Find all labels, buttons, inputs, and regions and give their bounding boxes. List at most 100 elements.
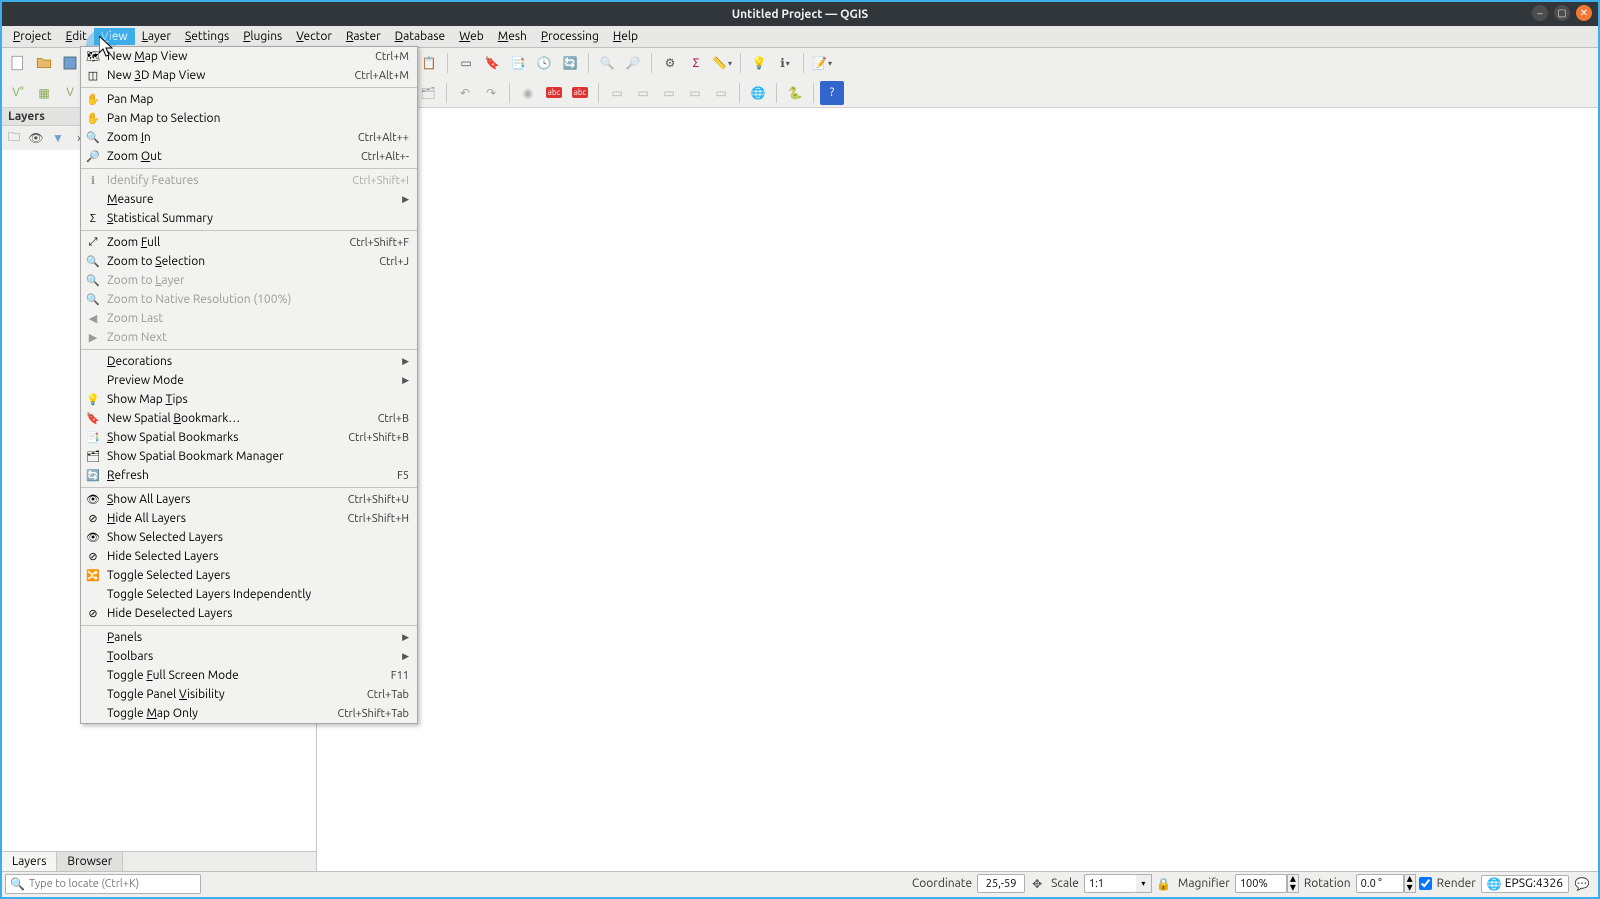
menu-settings[interactable]: Settings	[178, 28, 236, 45]
processing-toolbox-icon[interactable]: ⚙	[658, 51, 682, 75]
view-menu-pan-map-to-selection[interactable]: ✋Pan Map to Selection	[81, 109, 417, 128]
refresh-icon[interactable]: 🔄	[558, 51, 582, 75]
magnifier-spinner[interactable]: ▴▾	[1287, 874, 1299, 893]
view-menu-panels[interactable]: Panels▶	[81, 628, 417, 647]
add-mesh-icon[interactable]: V	[58, 81, 82, 105]
messages-icon[interactable]: 💬	[1572, 874, 1592, 894]
view-menu-show-map-tips[interactable]: 💡Show Map Tips	[81, 390, 417, 409]
filter-legend-icon[interactable]: ▼	[48, 128, 68, 148]
view-menu-toggle-panel-visibility[interactable]: Toggle Panel VisibilityCtrl+Tab	[81, 685, 417, 704]
new-project-icon[interactable]	[6, 51, 30, 75]
t3-icon[interactable]: ▭	[657, 81, 681, 105]
temporal-icon[interactable]: 🕓	[532, 51, 556, 75]
identify-icon[interactable]: ℹ▾	[773, 51, 797, 75]
open-project-icon[interactable]	[32, 51, 56, 75]
help-icon[interactable]: ?	[820, 81, 844, 105]
view-menu-decorations[interactable]: Decorations▶	[81, 352, 417, 371]
scale-dropdown-icon[interactable]: ▾	[1136, 874, 1152, 893]
undo-icon[interactable]: ↶	[453, 81, 477, 105]
view-menu-measure[interactable]: Measure▶	[81, 190, 417, 209]
view-menu-hide-selected-layers[interactable]: ⊘Hide Selected Layers	[81, 547, 417, 566]
view-menu-zoom-in[interactable]: 🔍Zoom InCtrl+Alt++	[81, 128, 417, 147]
view-menu-toggle-map-only[interactable]: Toggle Map OnlyCtrl+Shift+Tab	[81, 704, 417, 723]
view-menu-zoom-out[interactable]: 🔎Zoom OutCtrl+Alt+-	[81, 147, 417, 166]
locator-bar[interactable]: 🔍	[5, 874, 201, 894]
python-console-icon[interactable]: 🐍	[783, 81, 807, 105]
t5-icon[interactable]: ▭	[709, 81, 733, 105]
crs-button[interactable]: 🌐 EPSG:4326	[1481, 875, 1569, 893]
measure-icon[interactable]: 📏▾	[710, 51, 734, 75]
redo-icon[interactable]: ↷	[479, 81, 503, 105]
menu-project[interactable]: Project	[6, 28, 59, 45]
menu-raster[interactable]: Raster	[339, 28, 388, 45]
menu-web[interactable]: Web	[452, 28, 491, 45]
add-raster-icon[interactable]: ▦	[32, 81, 56, 105]
stats-icon[interactable]: Σ	[684, 51, 708, 75]
menu-view[interactable]: View	[94, 28, 135, 45]
paste-icon[interactable]: 📋	[417, 51, 441, 75]
rotation-spinner[interactable]: ▴▾	[1404, 874, 1416, 893]
view-menu-hide-all-layers[interactable]: ⊘Hide All LayersCtrl+Shift+H	[81, 509, 417, 528]
close-button[interactable]: ✕	[1576, 5, 1592, 21]
layer-styling-icon[interactable]: 🗂	[416, 81, 440, 105]
menu-mesh[interactable]: Mesh	[491, 28, 534, 45]
view-menu-toggle-full-screen-mode[interactable]: Toggle Full Screen ModeF11	[81, 666, 417, 685]
zoom-out-icon[interactable]: 🔎	[621, 51, 645, 75]
map-tips-icon[interactable]: 💡	[747, 51, 771, 75]
view-menu-hide-deselected-layers[interactable]: ⊘Hide Deselected Layers	[81, 604, 417, 623]
view-menu-new-map-view[interactable]: 🗺New Map ViewCtrl+M	[81, 47, 417, 66]
view-menu-zoom-to-selection[interactable]: 🔍Zoom to SelectionCtrl+J	[81, 252, 417, 271]
tab-layers[interactable]: Layers	[2, 852, 57, 871]
menu-plugins[interactable]: Plugins	[236, 28, 289, 45]
add-vector-icon[interactable]: V°	[6, 81, 30, 105]
extents-toggle-icon[interactable]: ✥	[1028, 875, 1046, 893]
select-features-icon[interactable]: ▭	[454, 51, 478, 75]
menu-vector[interactable]: Vector	[289, 28, 339, 45]
manage-themes-icon[interactable]: 👁	[26, 128, 46, 148]
view-menu-show-selected-layers[interactable]: 👁Show Selected Layers	[81, 528, 417, 547]
t2-icon[interactable]: ▭	[631, 81, 655, 105]
tab-browser[interactable]: Browser	[57, 852, 123, 871]
label-red-icon[interactable]: abc	[542, 81, 566, 105]
map-canvas[interactable]	[317, 108, 1598, 871]
maximize-button[interactable]: ▢	[1554, 5, 1570, 21]
view-menu-toolbars[interactable]: Toolbars▶	[81, 647, 417, 666]
view-menu-preview-mode[interactable]: Preview Mode▶	[81, 371, 417, 390]
menu-help[interactable]: Help	[606, 28, 645, 45]
rotation-input[interactable]	[1356, 874, 1404, 893]
zoom-in-icon[interactable]: 🔍	[595, 51, 619, 75]
t4-icon[interactable]: ▭	[683, 81, 707, 105]
coordinate-input[interactable]	[977, 874, 1025, 893]
view-menu-toggle-selected-layers[interactable]: 🔀Toggle Selected Layers	[81, 566, 417, 585]
lock-scale-icon[interactable]: 🔒	[1155, 875, 1173, 893]
new-bookmark-icon[interactable]: 🔖	[480, 51, 504, 75]
view-menu-show-spatial-bookmarks[interactable]: 📑Show Spatial BookmarksCtrl+Shift+B	[81, 428, 417, 447]
view-menu-zoom-full[interactable]: ⤢Zoom FullCtrl+Shift+F	[81, 233, 417, 252]
save-project-icon[interactable]	[58, 51, 82, 75]
view-menu-statistical-summary[interactable]: ΣStatistical Summary	[81, 209, 417, 228]
view-menu-new-3d-map-view[interactable]: ◫New 3D Map ViewCtrl+Alt+M	[81, 66, 417, 85]
annotation-icon[interactable]: 📝▾	[810, 51, 834, 75]
magnifier-input[interactable]	[1235, 874, 1287, 893]
menu-processing[interactable]: Processing	[534, 28, 606, 45]
eye-hide-sel-icon: ⊘	[85, 549, 101, 565]
show-bookmarks-icon[interactable]: 📑	[506, 51, 530, 75]
digitize-icon[interactable]: ◉	[516, 81, 540, 105]
view-menu-refresh[interactable]: 🔄RefreshF5	[81, 466, 417, 485]
label-red2-icon[interactable]: abc	[568, 81, 592, 105]
menu-database[interactable]: Database	[388, 28, 453, 45]
view-menu-show-all-layers[interactable]: 👁Show All LayersCtrl+Shift+U	[81, 490, 417, 509]
view-menu-show-spatial-bookmark-manager[interactable]: 🗂Show Spatial Bookmark Manager	[81, 447, 417, 466]
scale-input[interactable]	[1084, 874, 1136, 893]
view-menu-pan-map[interactable]: ✋Pan Map	[81, 90, 417, 109]
t1-icon[interactable]: ▭	[605, 81, 629, 105]
menu-edit[interactable]: Edit	[59, 28, 94, 45]
render-checkbox[interactable]	[1419, 877, 1432, 890]
metasearch-icon[interactable]: 🌐	[746, 81, 770, 105]
menu-layer[interactable]: Layer	[135, 28, 178, 45]
add-group-icon[interactable]: 🗀	[4, 128, 24, 148]
minimize-button[interactable]: –	[1532, 5, 1548, 21]
locator-input[interactable]	[29, 878, 196, 890]
view-menu-toggle-selected-layers-independently[interactable]: Toggle Selected Layers Independently	[81, 585, 417, 604]
view-menu-new-spatial-bookmark[interactable]: 🔖New Spatial Bookmark…Ctrl+B	[81, 409, 417, 428]
